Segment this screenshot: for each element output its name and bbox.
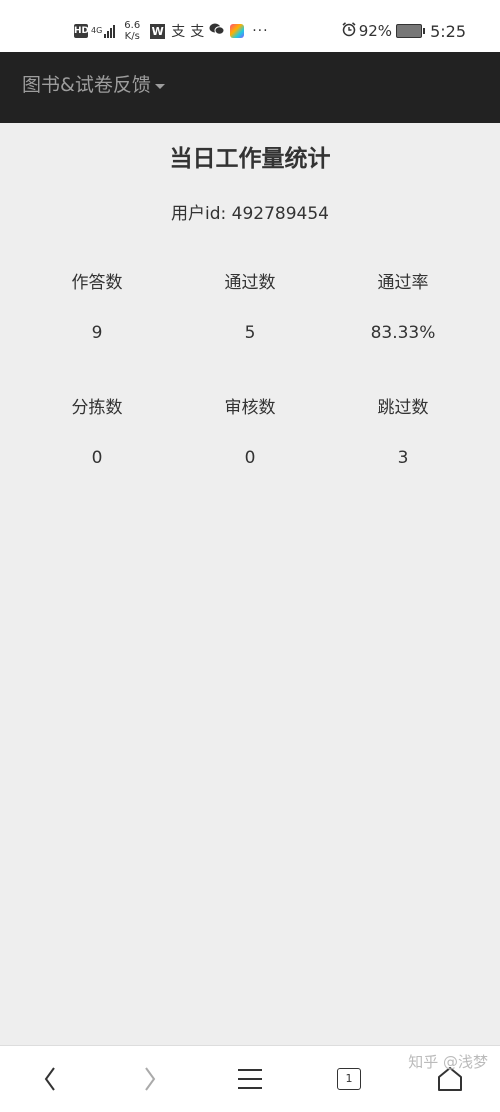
stat-value-sorted: 0 bbox=[91, 448, 103, 468]
tabs-button[interactable]: 1 bbox=[329, 1062, 369, 1096]
status-right: 92% 5:25 bbox=[341, 18, 466, 44]
stat-label-reviewed: 审核数 bbox=[224, 398, 276, 418]
network-speed: 6.6 K/s bbox=[124, 20, 140, 42]
network-type: 4G bbox=[91, 26, 103, 35]
page-title: 当日工作量统计 bbox=[169, 146, 331, 172]
hd-icon: HD bbox=[74, 24, 90, 38]
wps-icon: W bbox=[150, 23, 166, 39]
alipay-icon: 支 bbox=[171, 24, 186, 40]
speed-value: 6.6 bbox=[124, 20, 141, 31]
stat-label-pass-rate: 通过率 bbox=[377, 273, 429, 293]
battery-percent: 92% bbox=[358, 22, 393, 40]
tab-count: 1 bbox=[337, 1068, 361, 1090]
navbar: 图书&试卷反馈 bbox=[0, 52, 500, 123]
more-notifications-icon: ··· bbox=[252, 23, 269, 39]
stat-value-answered: 9 bbox=[91, 323, 103, 343]
brand-dropdown[interactable]: 图书&试卷反馈 bbox=[22, 73, 165, 97]
stat-value-skipped: 3 bbox=[397, 448, 409, 468]
caret-down-icon bbox=[154, 83, 165, 89]
chevron-left-icon bbox=[44, 1067, 55, 1091]
alarm-icon bbox=[341, 21, 357, 41]
watermark: 知乎 @浅梦 bbox=[408, 1053, 488, 1071]
clock: 5:25 bbox=[430, 21, 466, 41]
stat-label-answered: 作答数 bbox=[71, 273, 123, 293]
speed-unit: K/s bbox=[124, 31, 140, 42]
status-bar: HD 4G 6.6 K/s W 支 支 ··· 92% 5:25 bbox=[0, 0, 500, 52]
stat-value-reviewed: 0 bbox=[244, 448, 256, 468]
signal-icon bbox=[104, 24, 116, 38]
stat-value-passed: 5 bbox=[244, 323, 256, 343]
status-left: HD 4G 6.6 K/s W 支 支 ··· bbox=[74, 18, 269, 44]
stat-value-pass-rate: 83.33% bbox=[370, 323, 436, 343]
user-id: 用户id: 492789454 bbox=[171, 204, 329, 224]
alipay-icon: 支 bbox=[190, 24, 205, 40]
menu-button[interactable] bbox=[230, 1062, 270, 1096]
chevron-right-icon bbox=[145, 1067, 156, 1091]
stat-label-sorted: 分拣数 bbox=[71, 398, 123, 418]
battery-icon bbox=[396, 24, 426, 38]
forward-button[interactable] bbox=[130, 1062, 170, 1096]
stat-label-passed: 通过数 bbox=[224, 273, 276, 293]
app-icon bbox=[230, 24, 245, 38]
wechat-icon bbox=[209, 22, 225, 40]
stat-label-skipped: 跳过数 bbox=[377, 398, 429, 418]
menu-icon bbox=[238, 1069, 262, 1089]
back-button[interactable] bbox=[30, 1062, 70, 1096]
brand-label: 图书&试卷反馈 bbox=[22, 74, 151, 96]
